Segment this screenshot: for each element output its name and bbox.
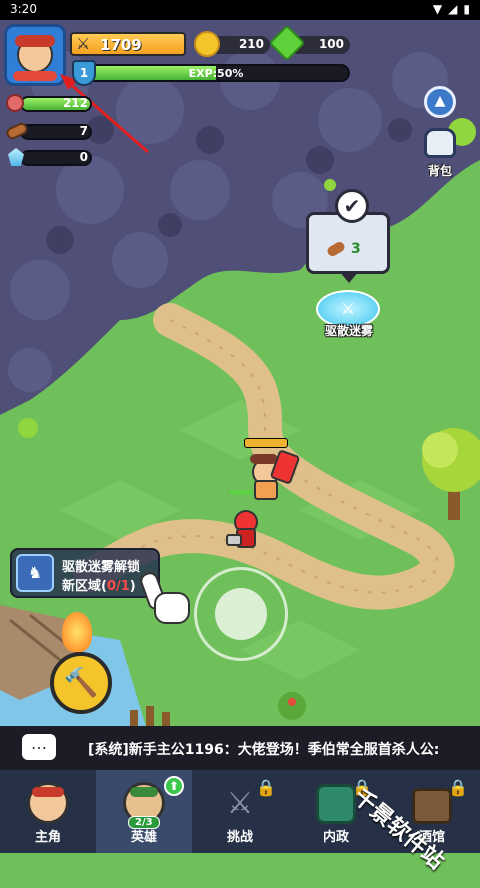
heroes-badge: 2/3 [128,816,160,829]
exp-label: EXP:50% [188,67,244,80]
power-display: ⚔ 1709 [70,32,186,56]
check-badge: ✔ [335,189,369,223]
popup-cost-value: 3 [351,241,361,257]
battery-icon: ▮ [463,2,470,16]
popup-cost: 3 [325,240,361,258]
status-time: 3:20 [10,2,37,16]
main-hero-icon [27,782,69,824]
virtual-joystick[interactable] [194,567,288,661]
resource-crystal: 0 [6,148,92,168]
wood-icon [325,240,347,258]
level-shield: 1 [72,60,96,86]
joystick-knob[interactable] [215,588,267,640]
nav-label-main: 主角 [34,830,61,845]
chat-icon[interactable]: … [22,734,56,760]
resource-wood: 7 [4,120,92,142]
gold-coin-icon [194,31,220,57]
resource-meat: 212 [6,94,92,114]
swords-icon: ⚔ [76,34,91,53]
quest-progress: 0/1 [106,579,130,594]
crystal-value: 0 [79,150,88,164]
check-icon: ✔ [343,194,361,218]
quest-hero-icon: ♞ [27,563,43,582]
enemy-health-bar [244,438,288,448]
gem-value: 100 [318,37,344,51]
exp-bar: EXP:50% [82,64,350,82]
chevron-up-icon: ▲ [434,93,446,109]
nav-heroes[interactable]: 2/3 ⬆ 英雄 [96,770,192,853]
status-icons: ▼ ◢ ▮ [433,2,470,16]
level-value: 1 [79,66,89,80]
status-bar: 3:20 ▼ ◢ ▮ [0,0,480,20]
player-health-bar [229,490,253,495]
bag-button[interactable]: 背包 [420,128,460,180]
lock-icon: 🔒 [256,778,276,797]
gold-value: 210 [238,37,264,51]
quest-line2: 新区域(0/1) [62,579,136,594]
lock-icon: 🔒 [448,778,468,797]
signal-icon: ◢ [448,2,458,16]
nav-challenge[interactable]: ⚔ 🔒 挑战 [192,770,288,853]
enemy-unit[interactable] [246,449,301,500]
upgrade-arrow-icon: ⬆ [164,776,184,796]
bag-label: 背包 [427,164,452,178]
build-hammer-button[interactable]: 🔨 [50,652,112,714]
tutorial-hand-icon [138,570,190,624]
nav-label-domestic: 内政 [322,830,349,845]
flame-effect [62,612,92,652]
collapse-button[interactable]: ▲ [424,86,456,118]
meat-value: 212 [62,96,88,110]
chat-ticker[interactable]: … [系统]新手主公1196：大佬登场！季伯常全服首杀人公: [0,726,480,770]
wood-value: 7 [79,124,88,138]
hammer-icon: 🔨 [63,666,99,699]
quest-panel[interactable]: ♞ 驱散迷雾解锁 新区域(0/1) [10,548,160,598]
nav-label-challenge: 挑战 [226,830,253,845]
quest-line1: 驱散迷雾解锁 [62,560,141,575]
player-hero[interactable] [226,508,262,548]
wifi-icon: ▼ [432,2,443,16]
portal-label: 驱散迷雾 [324,324,373,338]
nav-hero-main[interactable]: 主角 [0,770,96,853]
portal-icon: ⚔ [340,299,356,318]
backpack-icon [424,128,456,158]
quest-icon: ♞ [16,554,54,592]
fog-dispel-popup[interactable]: ✔ 3 [306,189,390,283]
ticker-message: [系统]新手主公1196：大佬登场！季伯常全服首杀人公: [88,742,440,758]
meat-icon [6,94,24,112]
crossed-swords-icon: ⚔ [226,786,254,821]
tavern-icon [412,788,452,824]
power-value: 1709 [100,36,142,54]
